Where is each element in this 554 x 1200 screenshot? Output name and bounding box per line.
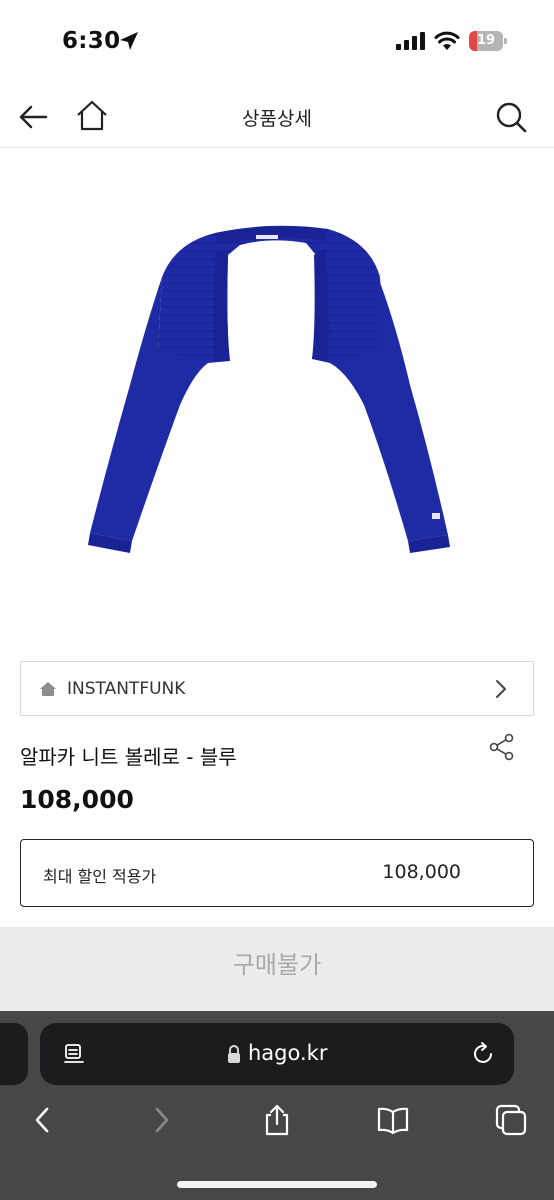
lock-icon: [228, 1045, 240, 1063]
search-icon[interactable]: [494, 100, 528, 134]
product-image[interactable]: [80, 215, 460, 555]
url-text: hago.kr: [248, 1041, 328, 1065]
browser-toolbar: hago.kr: [0, 1011, 554, 1200]
home-indicator: [177, 1181, 377, 1188]
battery-level: 19: [476, 33, 496, 48]
brand-name: INSTANTFUNK: [67, 679, 186, 699]
chevron-right-icon: [496, 680, 506, 698]
previous-tab-peek[interactable]: [0, 1023, 28, 1085]
cellular-signal-icon: [396, 32, 425, 50]
wifi-icon: [434, 31, 460, 50]
location-arrow-icon: [120, 32, 138, 50]
max-discount-box: 최대 할인 적용가 108,000: [20, 839, 534, 907]
purchase-button[interactable]: 구매불가: [0, 927, 554, 1011]
bookmarks-icon[interactable]: [376, 1103, 410, 1137]
product-price: 108,000: [20, 785, 134, 814]
page-title: 상품상세: [242, 108, 312, 130]
home-small-icon: [40, 682, 56, 696]
nav-bar: 상품상세: [0, 84, 554, 148]
product-title: 알파카 니트 볼레로 - 블루: [20, 745, 237, 769]
address-bar[interactable]: hago.kr: [40, 1023, 514, 1085]
tabs-icon[interactable]: [494, 1103, 528, 1137]
share-sheet-icon[interactable]: [260, 1103, 294, 1137]
reader-mode-icon[interactable]: [62, 1042, 86, 1066]
max-discount-value: 108,000: [382, 861, 461, 883]
max-discount-label: 최대 할인 적용가: [43, 867, 157, 886]
forward-icon[interactable]: [144, 1103, 178, 1137]
battery-indicator: 19: [469, 31, 507, 51]
status-bar: 6:30 19: [0, 0, 554, 80]
back-icon[interactable]: [26, 1103, 60, 1137]
brand-link[interactable]: INSTANTFUNK: [20, 661, 534, 716]
share-icon[interactable]: [488, 733, 516, 761]
status-time: 6:30: [62, 28, 121, 54]
reload-icon[interactable]: [470, 1041, 496, 1067]
